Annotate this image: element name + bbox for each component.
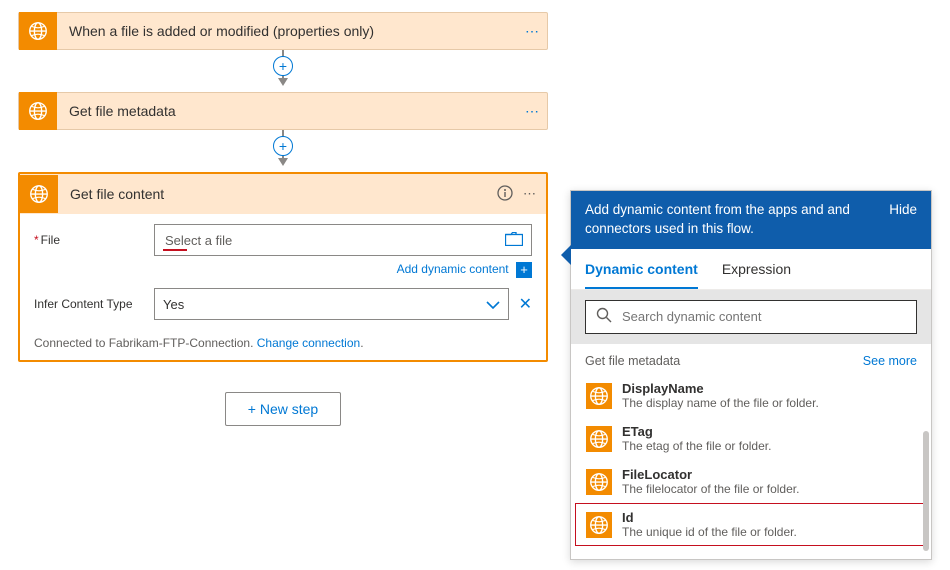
more-icon[interactable]: ⋯ [523,186,536,202]
insert-step-button[interactable]: + [273,56,293,76]
file-input[interactable] [163,232,505,249]
connector-icon [20,175,58,213]
dynamic-panel-header: Add dynamic content from the apps and an… [571,191,931,249]
step-header[interactable]: Get file content ⋯ [20,174,546,214]
connector-arrow: + [18,130,548,172]
dynamic-search-input[interactable] [620,308,906,325]
dynamic-item-title: DisplayName [622,381,912,396]
param-infer-label: Infer Content Type [34,297,154,311]
scrollbar-thumb[interactable] [923,431,929,551]
step-trigger-label: When a file is added or modified (proper… [57,23,517,39]
dynamic-item-desc: The unique id of the file or folder. [622,525,912,539]
folder-picker-icon[interactable] [505,232,523,249]
connector-icon [19,92,57,130]
step-content-label: Get file content [58,186,497,202]
connection-info: Connected to Fabrikam-FTP-Connection. Ch… [34,326,532,350]
see-more-link[interactable]: See more [863,354,917,368]
more-icon[interactable]: ⋯ [517,103,547,120]
step-metadata-label: Get file metadata [57,103,517,119]
dynamic-item-title: ETag [622,424,912,439]
connector-icon [586,426,612,452]
step-trigger[interactable]: When a file is added or modified (proper… [18,12,548,50]
dynamic-group-title: Get file metadata [585,354,680,368]
info-icon[interactable] [497,185,513,204]
connector-icon [586,383,612,409]
search-icon [596,307,612,326]
change-connection-link[interactable]: Change connection [257,336,360,350]
dynamic-content-list: DisplayNameThe display name of the file … [571,374,931,559]
dynamic-item-desc: The etag of the file or folder. [622,439,912,453]
param-file-label: *File [34,233,154,247]
dynamic-content-item[interactable]: IdThe unique id of the file or folder. [575,503,927,546]
connector-icon [586,512,612,538]
dynamic-content-item[interactable]: FileLocatorThe filelocator of the file o… [575,460,927,503]
chevron-down-icon [486,297,500,312]
step-get-content: Get file content ⋯ *File Ad [18,172,548,362]
connector-icon [19,12,57,50]
more-icon[interactable]: ⋯ [517,23,547,40]
step-get-metadata[interactable]: Get file metadata ⋯ [18,92,548,130]
dynamic-item-title: FileLocator [622,467,912,482]
dynamic-content-panel: Add dynamic content from the apps and an… [570,190,932,560]
dynamic-content-item[interactable]: DisplayNameThe display name of the file … [575,374,927,417]
add-dynamic-content-icon[interactable]: + [516,262,532,278]
dynamic-search-input-wrapper[interactable] [585,300,917,334]
connector-arrow: + [18,50,548,92]
hide-panel-link[interactable]: Hide [889,201,917,239]
callout-arrow [561,245,571,265]
dynamic-item-desc: The display name of the file or folder. [622,396,912,410]
dynamic-panel-tabs: Dynamic content Expression [571,249,931,290]
file-input-wrapper[interactable] [154,224,532,256]
new-step-button[interactable]: + New step [225,392,341,426]
clear-icon[interactable]: ✕ [519,294,532,314]
tab-expression[interactable]: Expression [722,249,791,289]
add-dynamic-content-link[interactable]: Add dynamic content [397,262,509,276]
spellcheck-underline [163,249,187,251]
insert-step-button[interactable]: + [273,136,293,156]
dynamic-item-title: Id [622,510,912,525]
tab-dynamic-content[interactable]: Dynamic content [585,249,698,289]
dynamic-content-item[interactable]: ETagThe etag of the file or folder. [575,417,927,460]
connector-icon [586,469,612,495]
dynamic-item-desc: The filelocator of the file or folder. [622,482,912,496]
infer-value: Yes [163,297,184,312]
infer-content-type-select[interactable]: Yes [154,288,509,320]
